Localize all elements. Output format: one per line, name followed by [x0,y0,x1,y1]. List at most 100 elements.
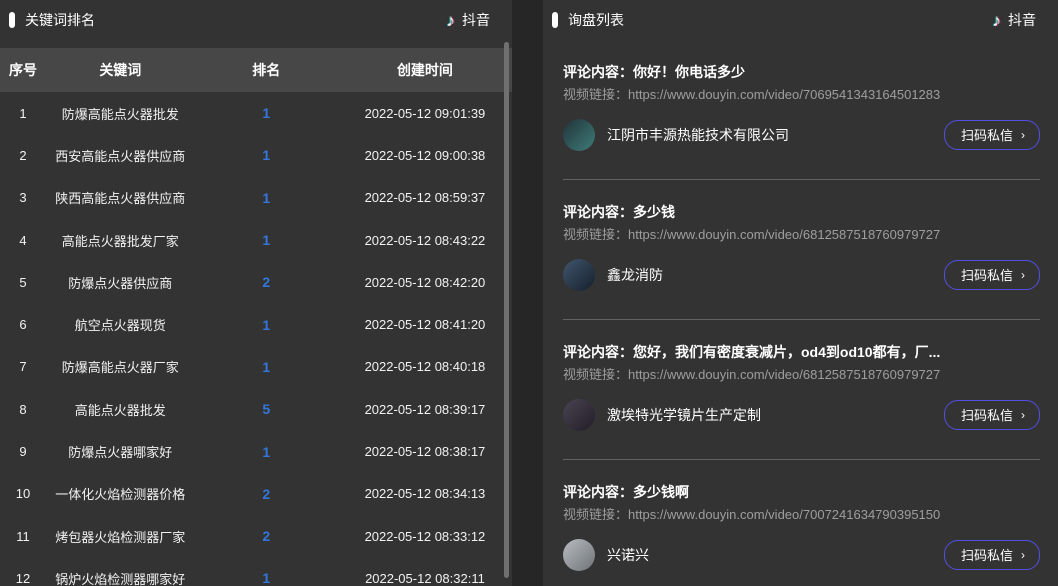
row-index-cell: 2 [0,148,46,163]
avatar [563,539,595,571]
scan-qr-message-button[interactable]: 扫码私信 › [944,540,1040,570]
keyword-cell: 防爆高能点火器厂家 [46,357,194,376]
profile-row: 鑫龙消防 扫码私信 › [563,259,1040,319]
scan-qr-message-button[interactable]: 扫码私信 › [944,260,1040,290]
col-header-created: 创建时间 [338,60,512,80]
inquiry-panel-header: 询盘列表 ♪ 抖音 [543,0,1058,40]
rank-cell: 2 [195,274,338,290]
keyword-cell: 防爆高能点火器批发 [46,104,194,123]
created-time-cell: 2022-05-12 09:01:39 [338,106,512,121]
inquiry-list-panel: 询盘列表 ♪ 抖音 评论内容：你好！你电话多少 视频链接：https://www… [543,0,1058,586]
keyword-table-header: 序号 关键词 排名 创建时间 [0,48,512,92]
douyin-icon: ♪ [447,12,456,29]
rank-cell: 1 [195,190,338,206]
row-index-cell: 12 [0,571,46,586]
rank-cell: 1 [195,105,338,121]
avatar [563,399,595,431]
created-time-cell: 2022-05-12 08:39:17 [338,402,512,417]
avatar [563,259,595,291]
created-time-cell: 2022-05-12 08:38:17 [338,444,512,459]
table-row: 5 防爆点火器供应商 2 2022-05-12 08:42:20 [0,261,512,303]
row-index-cell: 5 [0,275,46,290]
chevron-right-icon: › [1021,549,1025,561]
account-name: 鑫龙消防 [607,265,663,285]
rank-cell: 2 [195,528,338,544]
platform-badge: ♪ 抖音 [993,10,1037,30]
table-row: 12 锅炉火焰检测器哪家好 1 2022-05-12 08:32:11 [0,557,512,586]
platform-badge: ♪ 抖音 [447,10,491,30]
table-row: 3 陕西高能点火器供应商 1 2022-05-12 08:59:37 [0,177,512,219]
keyword-cell: 高能点火器批发厂家 [46,231,194,250]
keyword-cell: 西安高能点火器供应商 [46,146,194,165]
inquiry-item: 评论内容：您好，我们有密度衰减片，od4到od10都有，厂... 视频链接：ht… [563,320,1040,460]
row-index-cell: 11 [0,529,46,544]
keyword-cell: 防爆点火器哪家好 [46,442,194,461]
douyin-icon: ♪ [993,12,1002,29]
table-row: 2 西安高能点火器供应商 1 2022-05-12 09:00:38 [0,134,512,176]
table-row: 4 高能点火器批发厂家 1 2022-05-12 08:43:22 [0,219,512,261]
created-time-cell: 2022-05-12 09:00:38 [338,148,512,163]
created-time-cell: 2022-05-12 08:32:11 [338,571,512,586]
keyword-table-body: 1 防爆高能点火器批发 1 2022-05-12 09:01:39 2 西安高能… [0,92,512,586]
profile-row: 江阴市丰源热能技术有限公司 扫码私信 › [563,119,1040,179]
created-time-cell: 2022-05-12 08:34:13 [338,486,512,501]
table-row: 8 高能点火器批发 5 2022-05-12 08:39:17 [0,388,512,430]
comment-content: 评论内容：多少钱啊 [563,482,1040,502]
row-index-cell: 1 [0,106,46,121]
platform-label: 抖音 [462,10,490,30]
keyword-cell: 航空点火器现货 [46,315,194,334]
inquiry-item: 评论内容：多少钱啊 视频链接：https://www.douyin.com/vi… [563,460,1040,586]
rank-cell: 1 [195,147,338,163]
keyword-cell: 烤包器火焰检测器厂家 [46,527,194,546]
table-row: 10 一体化火焰检测器价格 2 2022-05-12 08:34:13 [0,473,512,515]
left-panel-scrollbar[interactable] [504,42,509,578]
account-name: 激埃特光学镜片生产定制 [607,405,761,425]
table-row: 6 航空点火器现货 1 2022-05-12 08:41:20 [0,303,512,345]
keyword-cell: 一体化火焰检测器价格 [46,484,194,503]
created-time-cell: 2022-05-12 08:41:20 [338,317,512,332]
video-link: 视频链接：https://www.douyin.com/video/700724… [563,506,1040,523]
col-header-rank: 排名 [195,60,338,80]
title-bar-icon [552,12,558,28]
rank-cell: 1 [195,359,338,375]
table-row: 11 烤包器火焰检测器厂家 2 2022-05-12 08:33:12 [0,515,512,557]
keyword-cell: 防爆点火器供应商 [46,273,194,292]
rank-cell: 5 [195,401,338,417]
created-time-cell: 2022-05-12 08:43:22 [338,233,512,248]
scan-qr-message-button[interactable]: 扫码私信 › [944,120,1040,150]
inquiry-item: 评论内容：多少钱 视频链接：https://www.douyin.com/vid… [563,180,1040,320]
created-time-cell: 2022-05-12 08:42:20 [338,275,512,290]
profile-row: 激埃特光学镜片生产定制 扫码私信 › [563,399,1040,459]
row-index-cell: 3 [0,190,46,205]
rank-cell: 1 [195,570,338,586]
platform-label: 抖音 [1008,10,1036,30]
row-index-cell: 4 [0,233,46,248]
row-index-cell: 9 [0,444,46,459]
table-row: 9 防爆点火器哪家好 1 2022-05-12 08:38:17 [0,430,512,472]
created-time-cell: 2022-05-12 08:33:12 [338,529,512,544]
avatar [563,119,595,151]
chevron-right-icon: › [1021,129,1025,141]
title-bar-icon [9,12,15,28]
row-index-cell: 7 [0,359,46,374]
scan-qr-message-button[interactable]: 扫码私信 › [944,400,1040,430]
keyword-panel-title: 关键词排名 [25,10,95,30]
created-time-cell: 2022-05-12 08:59:37 [338,190,512,205]
account-name: 江阴市丰源热能技术有限公司 [607,125,789,145]
keyword-cell: 高能点火器批发 [46,400,194,419]
rank-cell: 1 [195,444,338,460]
inquiry-panel-title: 询盘列表 [568,10,624,30]
comment-content: 评论内容：你好！你电话多少 [563,62,1040,82]
keyword-cell: 锅炉火焰检测器哪家好 [46,569,194,586]
keyword-panel-header: 关键词排名 ♪ 抖音 [0,0,512,40]
rank-cell: 1 [195,317,338,333]
video-link: 视频链接：https://www.douyin.com/video/706954… [563,86,1040,103]
profile-row: 兴诺兴 扫码私信 › [563,539,1040,586]
inquiry-list: 评论内容：你好！你电话多少 视频链接：https://www.douyin.co… [543,40,1058,586]
video-link: 视频链接：https://www.douyin.com/video/681258… [563,366,1040,383]
row-index-cell: 10 [0,486,46,501]
table-row: 7 防爆高能点火器厂家 1 2022-05-12 08:40:18 [0,346,512,388]
video-link: 视频链接：https://www.douyin.com/video/681258… [563,226,1040,243]
table-row: 1 防爆高能点火器批发 1 2022-05-12 09:01:39 [0,92,512,134]
chevron-right-icon: › [1021,269,1025,281]
